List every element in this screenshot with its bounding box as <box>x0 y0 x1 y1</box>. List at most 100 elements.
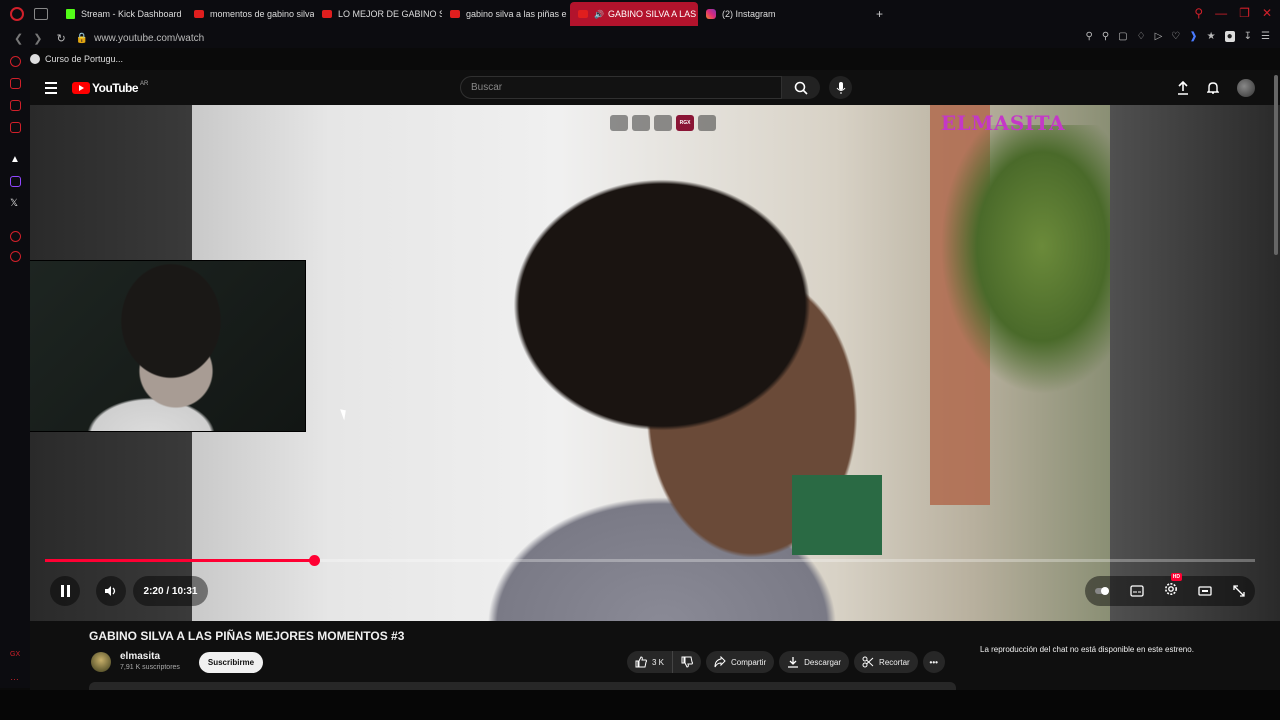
kick-icon <box>66 9 75 19</box>
notifications-bell-icon[interactable] <box>1207 81 1219 95</box>
youtube-logo[interactable]: YouTube AR <box>72 81 148 95</box>
youtube-icon <box>450 10 460 18</box>
twitch-icon[interactable] <box>10 176 21 187</box>
heart-icon[interactable]: ♡ <box>1171 31 1180 42</box>
search-button[interactable] <box>782 76 820 99</box>
search-input[interactable]: Buscar <box>460 76 782 99</box>
share-button[interactable]: Compartir <box>706 651 775 673</box>
snapshot-icon[interactable]: ▢ <box>1118 31 1127 42</box>
download-icon[interactable]: ↧ <box>1244 31 1252 42</box>
right-controls: HD <box>1085 572 1255 606</box>
aria-a-icon[interactable]: ▲ <box>10 154 21 165</box>
reload-icon[interactable]: ↻ <box>56 32 65 45</box>
youtube-icon <box>322 10 332 18</box>
video-tree <box>940 125 1110 395</box>
player-icon[interactable] <box>10 231 21 242</box>
shield-icon[interactable]: ♢ <box>1137 31 1146 42</box>
tab-gabino-pinas[interactable]: gabino silva a las piñas e <box>442 2 570 26</box>
discord-icon[interactable] <box>10 122 21 133</box>
minimize-icon[interactable]: — <box>1215 6 1227 20</box>
youtube-page: YouTube AR Buscar ELMASITA RGX 2:20 / 10… <box>30 70 1280 690</box>
theater-mode-icon[interactable] <box>1198 585 1213 597</box>
volume-icon <box>105 586 116 596</box>
progress-bar[interactable] <box>45 555 1255 566</box>
search-icon <box>794 81 808 95</box>
zoom-icon[interactable]: ⚲ <box>1085 31 1092 42</box>
profile-ext-icon[interactable]: ● <box>1224 31 1235 42</box>
bottom-bar <box>0 690 1280 720</box>
pause-icon <box>60 585 70 597</box>
voice-search-button[interactable] <box>829 76 852 99</box>
bookmark-item[interactable]: Curso de Portugu... <box>30 48 123 70</box>
video-shopfront <box>792 475 882 555</box>
gx-icon[interactable]: GX <box>10 651 21 662</box>
page-scrollbar[interactable] <box>1274 75 1278 255</box>
popout-icon[interactable] <box>610 115 628 131</box>
send-icon[interactable]: ▷ <box>1155 31 1163 42</box>
back-icon[interactable]: ❮ <box>14 32 23 45</box>
youtube-icon <box>578 10 588 18</box>
opera-sidebar: ▲ 𝕏 GX … <box>0 48 30 688</box>
puzzle-icon[interactable]: ★ <box>1207 31 1216 42</box>
upload-icon[interactable] <box>1177 81 1189 95</box>
share-icon <box>714 656 726 668</box>
messenger-icon[interactable] <box>10 100 21 111</box>
tab-kick-dashboard[interactable]: Stream - Kick Dashboard <box>58 2 186 26</box>
search-tabs-icon[interactable]: ⚲ <box>1194 6 1203 20</box>
bag-icon[interactable] <box>10 78 21 89</box>
aria-icon[interactable] <box>10 56 21 67</box>
opera-logo-icon[interactable] <box>10 7 24 21</box>
exit-icon[interactable] <box>632 115 650 131</box>
account-avatar[interactable] <box>1237 79 1255 97</box>
more-actions-button[interactable]: ••• <box>922 651 945 673</box>
overlay-toolbar: RGX <box>610 115 716 131</box>
channel-name[interactable]: elmasita <box>120 651 160 662</box>
chat-unavailable-message: La reproducción del chat no está disponi… <box>980 645 1194 654</box>
download-button[interactable]: Descargar <box>779 651 850 673</box>
lock-icon: 🔒 <box>75 32 89 44</box>
autoplay-toggle-icon[interactable] <box>1095 585 1110 597</box>
header-actions <box>1177 79 1255 97</box>
settings-button[interactable]: HD <box>1164 572 1182 601</box>
tab-instagram[interactable]: (2) Instagram <box>698 2 826 26</box>
browser-menu-icon[interactable]: ☰ <box>1261 31 1270 42</box>
close-window-icon[interactable]: ✕ <box>1262 6 1272 20</box>
clip-button[interactable]: Recortar <box>854 651 918 673</box>
channel-avatar[interactable] <box>91 652 111 672</box>
pause-button[interactable] <box>50 576 80 606</box>
x-icon[interactable]: 𝕏 <box>10 198 21 209</box>
maximize-icon[interactable]: ❐ <box>1239 6 1250 20</box>
subtitles-icon[interactable] <box>1129 585 1144 597</box>
video-frame[interactable]: ELMASITA RGX <box>192 105 1110 621</box>
description-box[interactable] <box>89 682 956 690</box>
workspaces-icon[interactable] <box>34 8 48 20</box>
fullscreen-icon[interactable] <box>1233 585 1245 597</box>
rgx-button[interactable]: RGX <box>676 115 694 131</box>
history-icon[interactable] <box>10 251 21 262</box>
extension-blue-icon[interactable]: ❱ <box>1189 31 1197 42</box>
url-field[interactable]: 🔒 www.youtube.com/watch <box>76 33 205 44</box>
new-tab-button[interactable]: + <box>876 7 883 21</box>
skip-icon[interactable] <box>654 115 672 131</box>
more-sidebar-icon[interactable]: … <box>10 672 21 683</box>
forward-icon[interactable]: ❯ <box>33 32 42 45</box>
tab-lo-mejor[interactable]: LO MEJOR DE GABINO SI <box>314 2 442 26</box>
microphone-icon <box>836 81 845 94</box>
youtube-header: YouTube AR Buscar <box>30 70 1280 105</box>
video-player[interactable]: ELMASITA RGX 2:20 / 10:31 HD <box>30 105 1280 621</box>
like-button[interactable]: 3 K <box>627 651 674 673</box>
scissors-icon <box>862 656 874 668</box>
volume-button[interactable] <box>96 576 126 606</box>
extension-icons: ⚲ ⚲ ▢ ♢ ▷ ♡ ❱ ★ ● ↧ ☰ <box>1085 31 1270 42</box>
tab-momentos[interactable]: momentos de gabino silva <box>186 2 314 26</box>
progress-played <box>45 559 315 562</box>
dislike-button[interactable] <box>673 651 702 673</box>
sidebar-toggle-icon[interactable] <box>698 115 716 131</box>
subscribe-button[interactable]: Suscribirme <box>199 652 263 673</box>
hamburger-menu-icon[interactable] <box>45 81 57 94</box>
hd-badge: HD <box>1170 572 1182 581</box>
channel-watermark: ELMASITA <box>940 111 1065 135</box>
tab-gabino-active[interactable]: 🔊 GABINO SILVA A LAS <box>570 2 698 26</box>
pin-icon[interactable]: ⚲ <box>1102 31 1109 42</box>
youtube-play-icon <box>72 81 90 94</box>
